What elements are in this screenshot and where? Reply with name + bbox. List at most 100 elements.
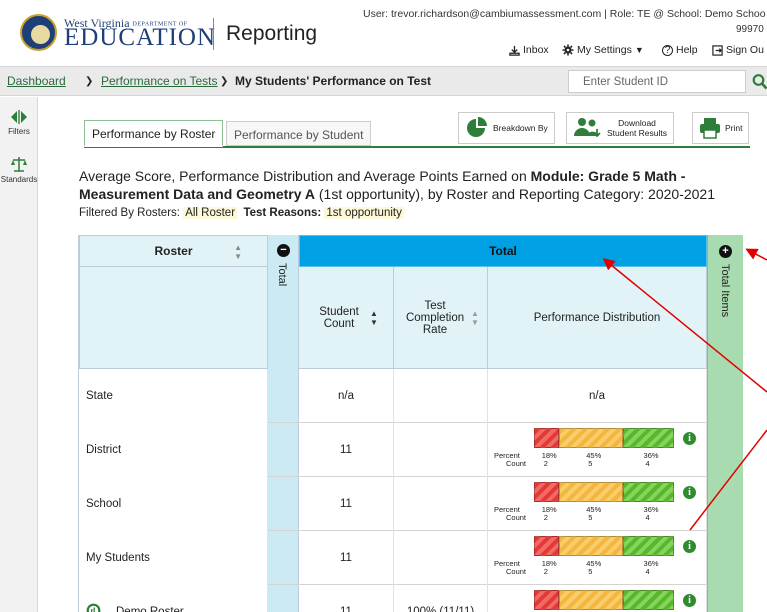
scales-icon [11, 157, 27, 172]
pie-chart-icon [467, 117, 487, 137]
total-vertical-label: Total [276, 263, 288, 287]
filters-arrows-icon [11, 110, 27, 124]
breakdown-label: Breakdown By [493, 123, 548, 133]
app-header: West Virginia DEPARTMENT OF EDUCATION Re… [0, 0, 767, 64]
count-value: 2 [543, 513, 548, 522]
roster-name-cell: My Students [79, 531, 268, 585]
sort-icon[interactable]: ▲ ▼ [234, 236, 242, 261]
student-id-search-input[interactable] [568, 70, 746, 93]
settings-label: My Settings [577, 44, 632, 56]
standards-button[interactable]: Standards [0, 155, 38, 184]
distribution-segment [534, 590, 560, 610]
filters-button[interactable]: Filters [0, 109, 38, 136]
print-button[interactable]: Print [692, 112, 750, 144]
roster-name: School [86, 498, 122, 510]
student-count-cell: 11 [299, 585, 394, 612]
roster-header-label: Roster [154, 244, 193, 258]
count-label: Count [506, 513, 527, 522]
printer-icon [700, 118, 720, 139]
magnify-chart-icon[interactable] [86, 603, 104, 612]
standards-label: Standards [0, 175, 38, 184]
roster-name: State [86, 390, 113, 402]
gear-icon [562, 44, 574, 56]
inbox-icon [509, 45, 520, 56]
student-count-cell: 11 [299, 531, 394, 585]
student-count-header[interactable]: Student Count ▲ ▼ [299, 267, 394, 369]
inbox-label: Inbox [523, 44, 549, 56]
roster-name-cell: District [79, 423, 268, 477]
user-info: User: trevor.richardson@cambiumassessmen… [363, 8, 766, 20]
filter-reasons-label: Test Reasons: [243, 207, 322, 219]
roster-name-cell: School [79, 477, 268, 531]
roster-subheader [79, 267, 268, 369]
student-count-cell: 11 [299, 423, 394, 477]
app-title: Reporting [226, 22, 318, 45]
count-value: 2 [543, 459, 548, 468]
download-label: Download Student Results [607, 118, 667, 138]
filter-rosters-value: All Roster [183, 207, 238, 219]
brand-education: EDUCATION [64, 24, 217, 51]
search-icon[interactable] [752, 73, 767, 91]
student-count-cell: 11 [299, 477, 394, 531]
wv-seal-logo [20, 14, 57, 51]
breadcrumb-current: My Students' Performance on Test [235, 74, 432, 88]
help-label: Help [676, 44, 698, 56]
breadcrumb: Dashboard ❯ Performance on Tests ❯ My St… [0, 66, 767, 96]
school-id: 99970 [736, 24, 764, 35]
annotation-arrow-extra [689, 429, 767, 531]
sign-out-label: Sign Ou [726, 44, 764, 56]
filter-reasons-value: 1st opportunity [324, 207, 404, 219]
breadcrumb-dashboard[interactable]: Dashboard [7, 74, 66, 88]
print-label: Print [725, 123, 743, 133]
roster-name-cell[interactable]: Demo Roster [79, 585, 268, 612]
distribution-segment [534, 536, 560, 556]
sort-desc-icon[interactable]: ▲ ▼ [370, 309, 378, 327]
completion-rate-cell [394, 423, 488, 477]
completion-rate-cell [394, 477, 488, 531]
collapse-minus-icon[interactable]: − [277, 244, 290, 257]
completion-rate-cell [394, 369, 488, 423]
sign-out-icon [712, 44, 723, 56]
help-link[interactable]: ? Help [662, 44, 698, 56]
report-description: Average Score, Performance Distribution … [79, 167, 759, 203]
description-text-2: (1st opportunity), by Roster and Reporti… [315, 186, 716, 202]
count-label: Count [506, 459, 527, 468]
distribution-segment [534, 428, 560, 448]
inbox-link[interactable]: Inbox [509, 44, 549, 56]
sign-out-link[interactable]: Sign Ou [712, 44, 764, 56]
annotation-arrow-expand [745, 248, 767, 261]
roster-column-header[interactable]: Roster ▲ ▼ [79, 235, 268, 267]
people-download-icon [574, 118, 601, 138]
tab-performance-by-student[interactable]: Performance by Student [226, 121, 372, 146]
tab-performance-by-roster[interactable]: Performance by Roster [84, 120, 224, 147]
description-text-1: Average Score, Performance Distribution … [79, 168, 531, 184]
sort-icon[interactable]: ▲ ▼ [471, 309, 479, 327]
filter-rosters-label: Filtered By Rosters: [79, 207, 180, 219]
download-label-line2: Student Results [607, 128, 668, 138]
roster-name-cell: State [79, 369, 268, 423]
logo-divider [213, 18, 214, 50]
caret-down-icon: ▼ [634, 45, 644, 55]
completion-rate-header[interactable]: Test Completion Rate ▲ ▼ [394, 267, 488, 369]
help-icon: ? [662, 44, 673, 56]
roster-name[interactable]: Demo Roster [116, 606, 184, 612]
breadcrumb-performance-on-tests[interactable]: Performance on Tests [101, 74, 218, 88]
student-count-cell: n/a [299, 369, 394, 423]
completion-rate-cell [394, 531, 488, 585]
filters-label: Filters [8, 127, 30, 136]
count-value: 2 [543, 567, 548, 576]
chevron-right-icon: ❯ [85, 76, 94, 87]
download-student-results-button[interactable]: Download Student Results [566, 112, 675, 144]
distribution-segment [534, 482, 560, 502]
annotation-arrows [602, 248, 767, 531]
download-label-line1: Download [618, 118, 656, 128]
student-count-label: Student Count [319, 305, 359, 330]
completion-rate-cell: 100% (11/11) [394, 585, 488, 612]
left-rail: Filters Standards [0, 97, 38, 612]
count-label: Count [506, 567, 527, 576]
chevron-right-icon: ❯ [220, 76, 229, 87]
roster-name: District [86, 444, 122, 456]
annotation-arrow-total [602, 258, 767, 393]
breakdown-by-button[interactable]: Breakdown By [458, 112, 555, 144]
my-settings-menu[interactable]: My Settings ▼ [562, 44, 644, 56]
